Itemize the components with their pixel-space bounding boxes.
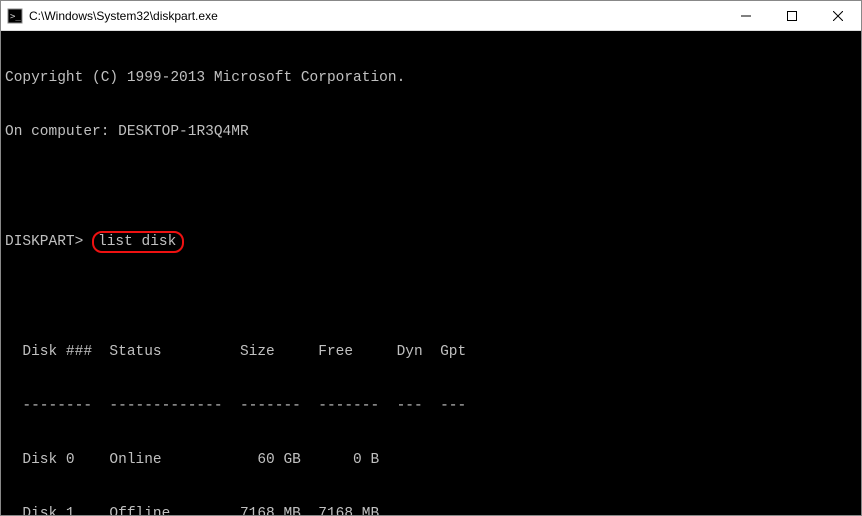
- diskpart-prompt: DISKPART>: [5, 234, 92, 250]
- computer-line: On computer: DESKTOP-1R3Q4MR: [5, 123, 857, 141]
- copyright-line: Copyright (C) 1999-2013 Microsoft Corpor…: [5, 69, 857, 87]
- app-icon: >_: [7, 8, 23, 24]
- computer-name: DESKTOP-1R3Q4MR: [118, 124, 249, 140]
- window-title: C:\Windows\System32\diskpart.exe: [29, 9, 218, 23]
- table-row: Disk 1 Offline 7168 MB 7168 MB: [5, 505, 857, 515]
- disk-table-header: Disk ### Status Size Free Dyn Gpt: [5, 343, 857, 361]
- prompt-line: DISKPART> list disk: [5, 231, 857, 253]
- terminal-output[interactable]: Copyright (C) 1999-2013 Microsoft Corpor…: [1, 31, 861, 515]
- minimize-button[interactable]: [723, 1, 769, 30]
- title-bar-left: >_ C:\Windows\System32\diskpart.exe: [1, 8, 218, 24]
- table-row: Disk 0 Online 60 GB 0 B: [5, 451, 857, 469]
- svg-text:>_: >_: [10, 12, 21, 22]
- disk-table-divider: -------- ------------- ------- ------- -…: [5, 397, 857, 415]
- window-controls: [723, 1, 861, 30]
- command-highlight: list disk: [92, 231, 184, 253]
- app-window: >_ C:\Windows\System32\diskpart.exe Copy…: [0, 0, 862, 516]
- close-button[interactable]: [815, 1, 861, 30]
- title-bar[interactable]: >_ C:\Windows\System32\diskpart.exe: [1, 1, 861, 31]
- on-computer-label: On computer:: [5, 124, 118, 140]
- maximize-button[interactable]: [769, 1, 815, 30]
